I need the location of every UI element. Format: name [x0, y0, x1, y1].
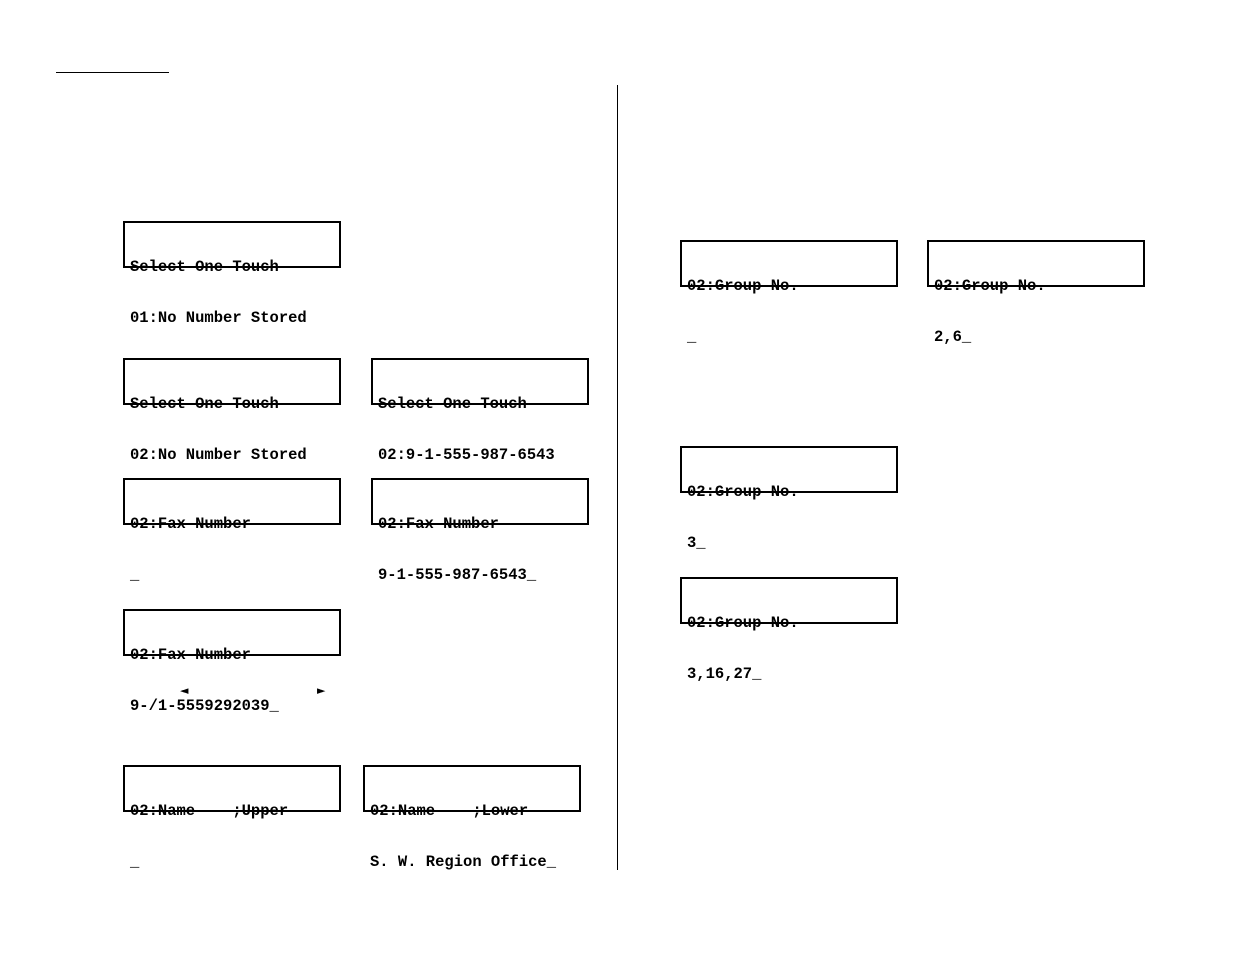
- lcd-display-name-lower-entered: 02:Name ;Lower S. W. Region Office_: [363, 765, 581, 871]
- lcd-display-group-no-3: 02:Group No. 3_: [680, 446, 898, 552]
- lcd-display-select-one-touch-01: Select One-Touch 01:No Number Stored: [123, 221, 341, 327]
- lcd-line-2: 3,16,27_: [687, 665, 762, 683]
- lcd-display-group-no-3-16-27: 02:Group No. 3,16,27_: [680, 577, 898, 683]
- lcd-line-2: 3_: [687, 534, 706, 552]
- right-arrow-icon: ►: [317, 684, 326, 697]
- lcd-line-1: Select One-Touch: [130, 395, 279, 413]
- lcd-display-name-upper-empty: 02:Name ;Upper _: [123, 765, 341, 871]
- header-rule: [56, 72, 169, 73]
- lcd-line-2: _: [130, 566, 140, 584]
- lcd-display-select-one-touch-02-stored: Select One-Touch 02:9-1-555-987-6543: [371, 358, 589, 464]
- lcd-line-2: _: [687, 328, 697, 346]
- lcd-line-2: 02:9-1-555-987-6543: [378, 446, 555, 464]
- lcd-line-2: _: [130, 853, 140, 871]
- lcd-display-select-one-touch-02-empty: Select One-Touch 02:No Number Stored: [123, 358, 341, 464]
- lcd-line-2: 02:No Number Stored: [130, 446, 307, 464]
- lcd-line-2: 2,6_: [934, 328, 972, 346]
- lcd-display-fax-number-empty: 02:Fax Number _: [123, 478, 341, 584]
- lcd-line-1: 02:Group No.: [687, 614, 799, 632]
- lcd-display-fax-number-pause: 02:Fax Number 9-/1-5559292039_: [123, 609, 341, 715]
- lcd-line-1: 02:Fax Number: [130, 646, 251, 664]
- lcd-line-1: Select One-Touch: [130, 258, 279, 276]
- lcd-display-group-no-empty: 02:Group No. _: [680, 240, 898, 346]
- lcd-line-1: 02:Group No.: [687, 277, 799, 295]
- lcd-line-2: 01:No Number Stored: [130, 309, 307, 327]
- lcd-line-2: 9-1-555-987-6543_: [378, 566, 537, 584]
- lcd-line-1: 02:Name ;Upper: [130, 802, 289, 820]
- lcd-line-2: S. W. Region Office_: [370, 853, 557, 871]
- lcd-line-1: 02:Fax Number: [130, 515, 251, 533]
- left-arrow-icon: ◄: [180, 684, 189, 697]
- lcd-line-1: 02:Group No.: [934, 277, 1046, 295]
- column-divider: [617, 85, 618, 870]
- lcd-line-1: Select One-Touch: [378, 395, 527, 413]
- lcd-line-1: 02:Group No.: [687, 483, 799, 501]
- lcd-line-1: 02:Fax Number: [378, 515, 499, 533]
- lcd-line-1: 02:Name ;Lower: [370, 802, 529, 820]
- lcd-display-fax-number-entered: 02:Fax Number 9-1-555-987-6543_: [371, 478, 589, 584]
- lcd-line-2: 9-/1-5559292039_: [130, 697, 279, 715]
- lcd-display-group-no-2-6: 02:Group No. 2,6_: [927, 240, 1145, 346]
